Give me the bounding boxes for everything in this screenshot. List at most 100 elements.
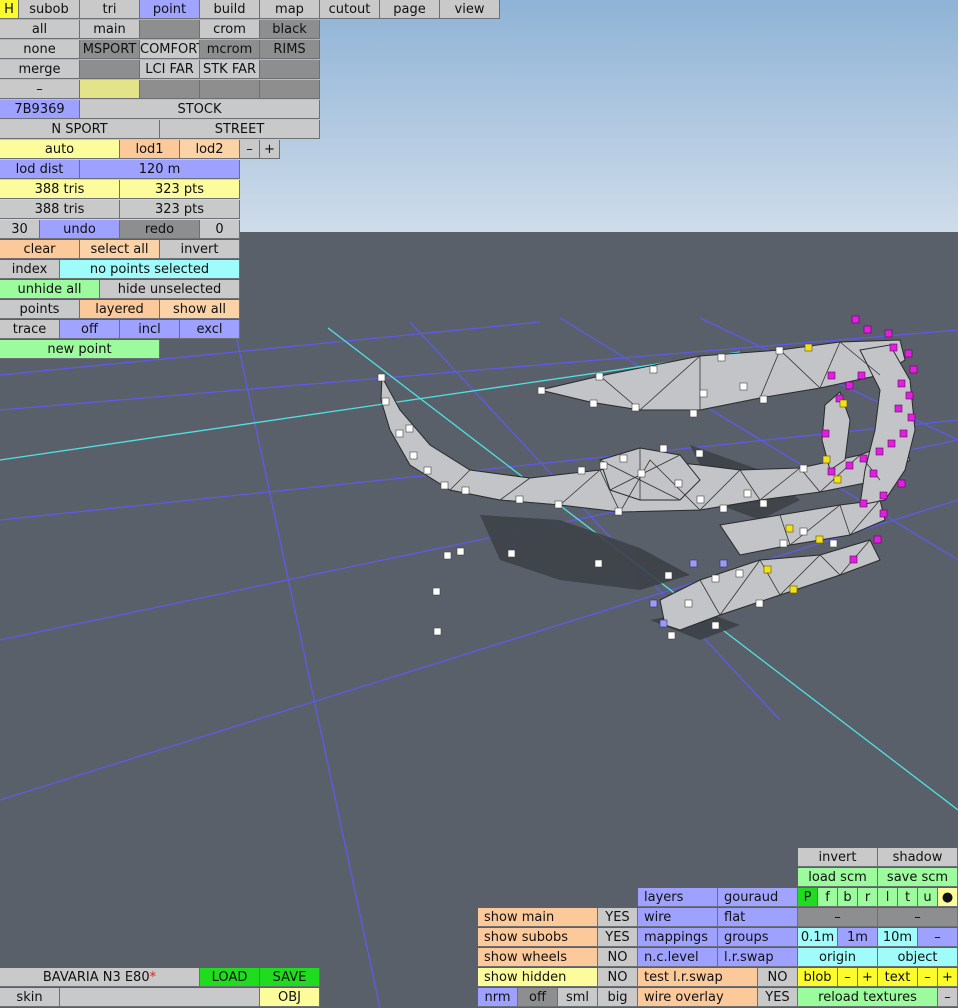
select-all-button[interactable]: select all <box>80 240 160 259</box>
text-button[interactable]: text <box>878 968 918 987</box>
load-scm-button[interactable]: load scm <box>798 868 878 887</box>
undo-button[interactable]: undo <box>40 220 120 239</box>
invert-view-button[interactable]: invert <box>798 848 878 867</box>
nc-level-button[interactable]: n.c.level <box>638 948 718 967</box>
layer-black[interactable]: black <box>260 20 320 39</box>
view-dot-icon[interactable]: ● <box>938 888 958 907</box>
layer-empty-1[interactable] <box>140 20 200 39</box>
lod-auto[interactable]: auto <box>0 140 120 159</box>
points-button[interactable]: points <box>0 300 80 319</box>
layer-all[interactable]: all <box>0 20 80 39</box>
obj-button[interactable]: OBJ <box>260 988 320 1007</box>
reload-textures-button[interactable]: reload textures <box>798 988 938 1007</box>
layer-stk-far[interactable]: STK FAR <box>200 60 260 79</box>
show-wheels-value[interactable]: NO <box>598 948 638 967</box>
lod-dist-value[interactable]: 120 m <box>80 160 240 179</box>
redo-button[interactable]: redo <box>120 220 200 239</box>
normals-sml[interactable]: sml <box>558 988 598 1007</box>
show-all-button[interactable]: show all <box>160 300 240 319</box>
dash-left-button[interactable]: – <box>798 908 878 927</box>
layer-mcrom[interactable]: mcrom <box>200 40 260 59</box>
tab-point[interactable]: point <box>140 0 200 19</box>
load-button[interactable]: LOAD <box>200 968 260 987</box>
view-left-button[interactable]: l <box>878 888 898 907</box>
tab-map[interactable]: map <box>260 0 320 19</box>
mappings-button[interactable]: mappings <box>638 928 718 947</box>
grid-0-1m-button[interactable]: 0.1m <box>798 928 838 947</box>
layer-empty-7[interactable] <box>260 80 320 99</box>
skin-button[interactable]: skin <box>0 988 60 1007</box>
show-main-value[interactable]: YES <box>598 908 638 927</box>
h-button[interactable]: H <box>0 0 19 19</box>
wire-overlay-value[interactable]: YES <box>758 988 798 1007</box>
layer-empty-4[interactable] <box>80 80 140 99</box>
show-subobs-value[interactable]: YES <box>598 928 638 947</box>
normals-nrm[interactable]: nrm <box>478 988 518 1007</box>
save-scm-button[interactable]: save scm <box>878 868 958 887</box>
layer-none[interactable]: none <box>0 40 80 59</box>
trace-button[interactable]: trace <box>0 320 60 339</box>
tab-tri[interactable]: tri <box>80 0 140 19</box>
trace-off-button[interactable]: off <box>60 320 120 339</box>
wire-button[interactable]: wire <box>638 908 718 927</box>
layer-lci-far[interactable]: LCI FAR <box>140 60 200 79</box>
layer-empty-2[interactable] <box>80 60 140 79</box>
variant-street[interactable]: STREET <box>160 120 320 139</box>
text-plus-button[interactable]: + <box>938 968 958 987</box>
tab-page[interactable]: page <box>380 0 440 19</box>
view-top-button[interactable]: t <box>898 888 918 907</box>
view-right-button[interactable]: r <box>858 888 878 907</box>
layer-merge[interactable]: merge <box>0 60 80 79</box>
layer-comfort[interactable]: COMFORT <box>140 40 200 59</box>
wire-overlay-label[interactable]: wire overlay <box>638 988 758 1007</box>
view-under-button[interactable]: u <box>918 888 938 907</box>
blob-button[interactable]: blob <box>798 968 838 987</box>
normals-off[interactable]: off <box>518 988 558 1007</box>
layer-rims[interactable]: RIMS <box>260 40 320 59</box>
show-subobs-label[interactable]: show subobs <box>478 928 598 947</box>
object-button[interactable]: object <box>878 948 958 967</box>
origin-button[interactable]: origin <box>798 948 878 967</box>
groups-button[interactable]: groups <box>718 928 798 947</box>
view-back-button[interactable]: b <box>838 888 858 907</box>
dash-right-button[interactable]: – <box>878 908 958 927</box>
layer-empty-6[interactable] <box>200 80 260 99</box>
blob-minus-button[interactable]: – <box>838 968 858 987</box>
show-hidden-value[interactable]: NO <box>598 968 638 987</box>
layer-msport[interactable]: MSPORT <box>80 40 140 59</box>
save-button[interactable]: SAVE <box>260 968 320 987</box>
layered-button[interactable]: layered <box>80 300 160 319</box>
shadow-button[interactable]: shadow <box>878 848 958 867</box>
test-lr-swap-label[interactable]: test l.r.swap <box>638 968 758 987</box>
grid-minus-button[interactable]: – <box>918 928 958 947</box>
view-perspective-button[interactable]: P <box>798 888 818 907</box>
show-main-label[interactable]: show main <box>478 908 598 927</box>
unhide-all-button[interactable]: unhide all <box>0 280 100 299</box>
hide-unselected-button[interactable]: hide unselected <box>100 280 240 299</box>
text-minus-button[interactable]: – <box>918 968 938 987</box>
lr-swap-button[interactable]: l.r.swap <box>718 948 798 967</box>
lod-plus-button[interactable]: + <box>260 140 280 159</box>
variant-stock[interactable]: STOCK <box>80 100 320 119</box>
gouraud-button[interactable]: gouraud <box>718 888 798 907</box>
show-wheels-label[interactable]: show wheels <box>478 948 598 967</box>
new-point-button[interactable]: new point <box>0 340 160 359</box>
layer-empty-5[interactable] <box>140 80 200 99</box>
lod-minus-button[interactable]: – <box>240 140 260 159</box>
lod1-button[interactable]: lod1 <box>120 140 180 159</box>
blob-plus-button[interactable]: + <box>858 968 878 987</box>
test-lr-swap-value[interactable]: NO <box>758 968 798 987</box>
variant-n-sport[interactable]: N SPORT <box>0 120 160 139</box>
tab-subob[interactable]: subob <box>19 0 80 19</box>
last-minus-button[interactable]: – <box>938 988 958 1007</box>
layers-button[interactable]: layers <box>638 888 718 907</box>
paint-code[interactable]: 7B9369 <box>0 100 80 119</box>
flat-button[interactable]: flat <box>718 908 798 927</box>
tab-cutout[interactable]: cutout <box>320 0 380 19</box>
tab-view[interactable]: view <box>440 0 500 19</box>
car-name[interactable]: BAVARIA N3 E80* <box>0 968 200 987</box>
layer-dash[interactable]: – <box>0 80 80 99</box>
grid-10m-button[interactable]: 10m <box>878 928 918 947</box>
clear-button[interactable]: clear <box>0 240 80 259</box>
index-button[interactable]: index <box>0 260 60 279</box>
